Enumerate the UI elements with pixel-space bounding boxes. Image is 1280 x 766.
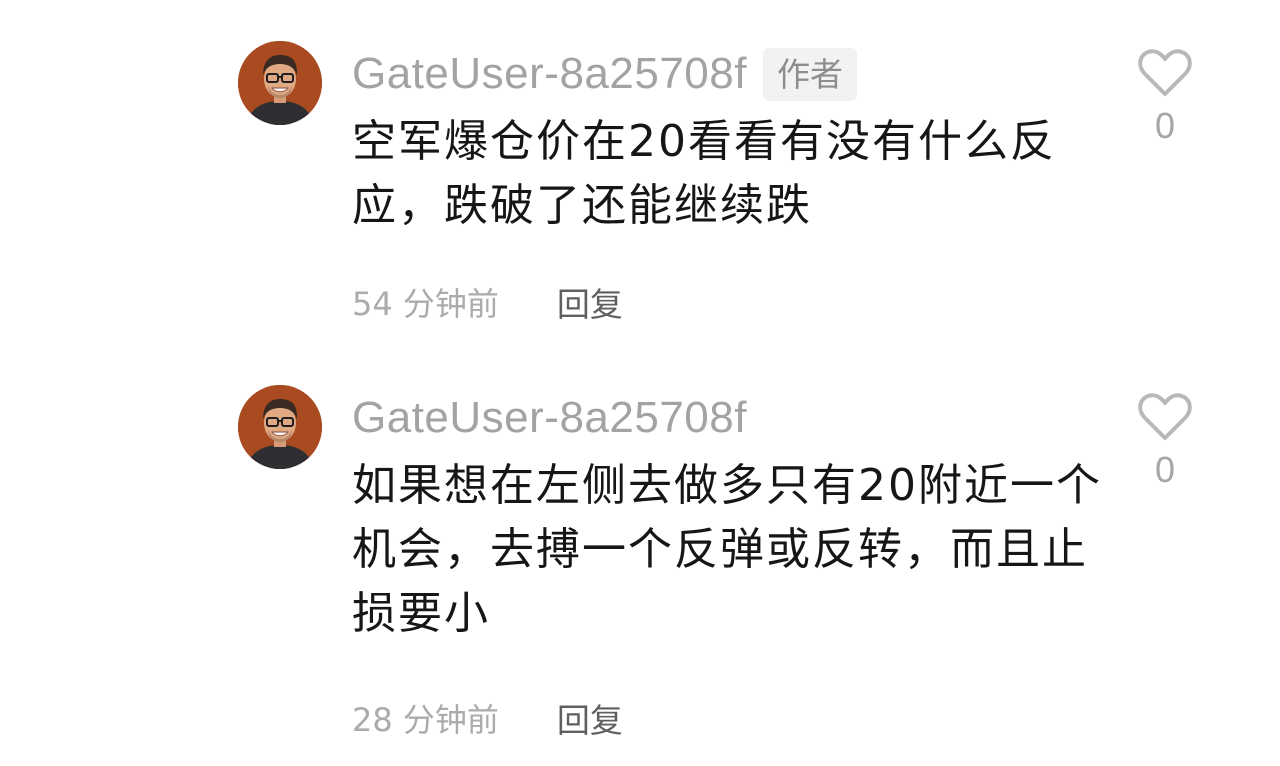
comment-timestamp: 28 分钟前 (352, 701, 499, 739)
like-count: 0 (1154, 449, 1176, 490)
heart-icon[interactable] (1137, 48, 1193, 98)
author-badge: 作者 (762, 47, 857, 101)
like-button[interactable]: 0 (1136, 392, 1194, 488)
username[interactable]: GateUser-8a25708f (352, 52, 747, 96)
username[interactable]: GateUser-8a25708f (352, 396, 747, 440)
avatar-icon[interactable] (238, 41, 322, 125)
username-row: GateUser-8a25708f (352, 389, 747, 447)
comment-timestamp: 54 分钟前 (352, 285, 499, 323)
reply-button[interactable]: 回复 (557, 288, 623, 321)
like-count: 0 (1154, 105, 1176, 146)
comment-meta: 28 分钟前 回复 (352, 698, 623, 742)
like-button[interactable]: 0 (1136, 48, 1194, 144)
heart-icon[interactable] (1137, 392, 1193, 442)
reply-button[interactable]: 回复 (557, 704, 623, 737)
username-row: GateUser-8a25708f 作者 (352, 45, 857, 103)
comment-text: 空军爆仓价在20看看有没有什么反应，跌破了还能继续跌 (352, 116, 1056, 231)
avatar-icon[interactable] (238, 385, 322, 469)
comment-text: 如果想在左侧去做多只有20附近一个机会，去搏一个反弹或反转，而且止损要小 (352, 460, 1102, 639)
comment-meta: 54 分钟前 回复 (352, 282, 623, 326)
